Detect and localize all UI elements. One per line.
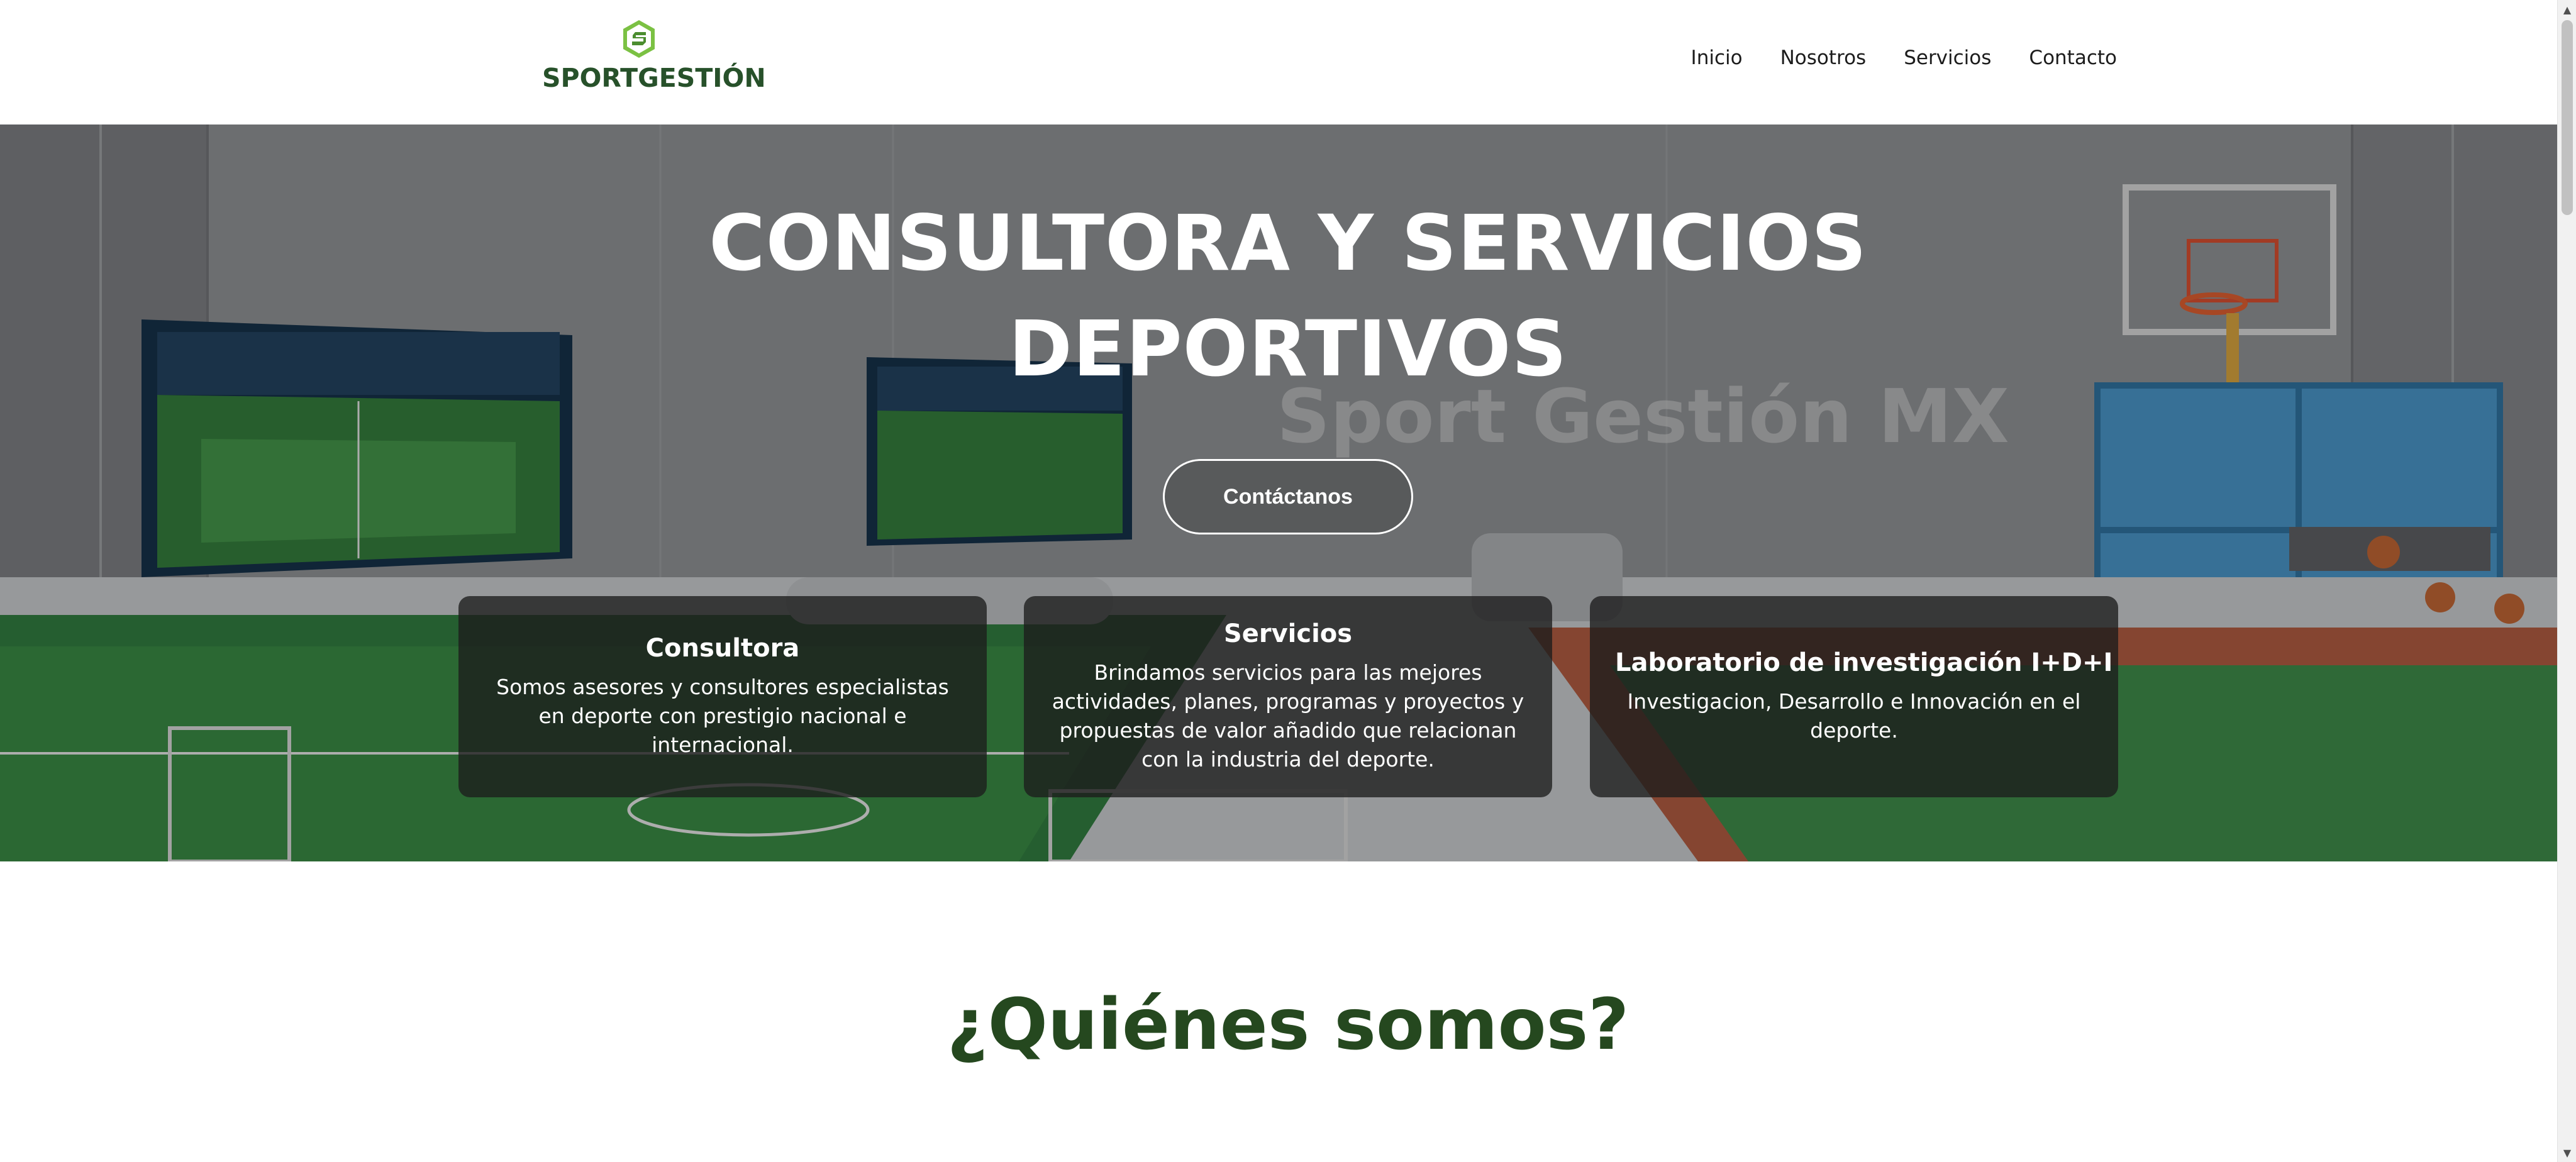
page: SPORTGESTIÓN Inicio Nosotros Servicios C… [0, 0, 2557, 1162]
feature-card-title: Consultora [645, 634, 800, 663]
scrollbar-thumb[interactable] [2562, 20, 2573, 215]
hero-title: CONSULTORA Y SERVICIOS DEPORTIVOS [0, 191, 2557, 402]
feature-card-text: Brindamos servicios para las mejores act… [1052, 660, 1524, 772]
scroll-down-arrow-icon[interactable]: ▼ [2558, 1143, 2576, 1162]
feature-card-servicios: Servicios Brindamos servicios para las m… [1024, 596, 1552, 797]
nav-link-servicios[interactable]: Servicios [1904, 47, 1991, 69]
feature-card-title: Laboratorio de investigación I+D+I [1615, 648, 2113, 677]
feature-card-text: Investigacion, Desarrollo e Innovación e… [1627, 689, 2081, 743]
feature-card-laboratorio: Laboratorio de investigación I+D+I Inves… [1590, 596, 2118, 797]
site-header: SPORTGESTIÓN Inicio Nosotros Servicios C… [0, 0, 2557, 124]
nav-link-inicio[interactable]: Inicio [1691, 47, 1743, 69]
hero-title-line-1: CONSULTORA Y SERVICIOS [709, 199, 1867, 288]
s-hexagon-logo-icon [623, 20, 655, 58]
contact-cta-button[interactable]: Contáctanos [1163, 459, 1413, 534]
hero-title-line-2: DEPORTIVOS [1008, 304, 1568, 394]
main-nav: Inicio Nosotros Servicios Contacto [1691, 47, 2117, 69]
page-scrollbar[interactable]: ▲ ▼ [2557, 0, 2576, 1162]
about-section-title: ¿Quiénes somos? [947, 984, 1629, 1066]
logo[interactable]: SPORTGESTIÓN [542, 19, 766, 94]
logo-text: SPORTGESTIÓN [542, 63, 766, 93]
scroll-up-arrow-icon[interactable]: ▲ [2558, 0, 2576, 19]
feature-card-title: Servicios [1223, 619, 1353, 648]
nav-link-nosotros[interactable]: Nosotros [1780, 47, 1867, 69]
feature-card-consultora: Consultora Somos asesores y consultores … [458, 596, 987, 797]
nav-link-contacto[interactable]: Contacto [2029, 47, 2117, 69]
feature-card-text: Somos asesores y consultores especialist… [496, 675, 949, 757]
hero-section: Sport Gestión MX CONSULTORA Y SERVICIOS … [0, 124, 2557, 861]
